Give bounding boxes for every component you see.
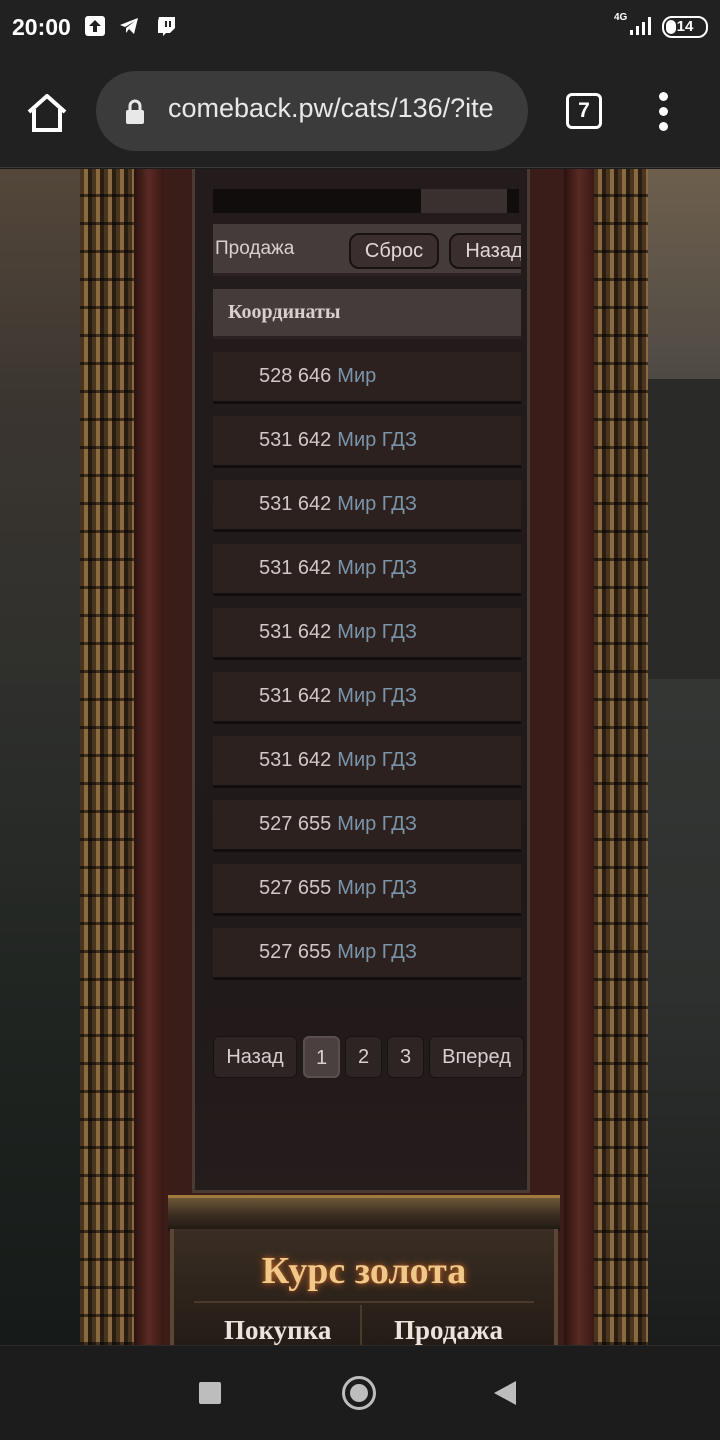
background-rock — [648, 379, 720, 679]
signal-icon — [630, 17, 651, 35]
url-text[interactable]: comeback.pw/cats/136/?ite — [168, 93, 494, 124]
list-item[interactable]: 527 655 Мир ГДЗ — [213, 800, 521, 852]
world-link[interactable]: Мир ГДЗ — [337, 685, 417, 707]
list-item[interactable]: 531 642 Мир ГДЗ — [213, 672, 521, 724]
list-item[interactable]: 527 655 Мир ГДЗ — [213, 864, 521, 916]
filter-row: Продажа Сброс Назад — [213, 224, 521, 276]
world-link[interactable]: Мир ГДЗ — [337, 941, 417, 963]
coordinates-text: 531 642 Мир ГДЗ — [259, 621, 417, 644]
home-nav-icon[interactable] — [342, 1376, 376, 1410]
list-item[interactable]: 531 642 Мир ГДЗ — [213, 544, 521, 596]
gold-buy-tab[interactable]: Покупка — [224, 1315, 331, 1345]
coordinates-value: 528 646 — [259, 365, 332, 387]
coordinates-value: 531 642 — [259, 749, 332, 771]
filter-label: Продажа — [215, 238, 295, 259]
coordinates-value: 527 655 — [259, 813, 332, 835]
coordinates-text: 531 642 Мир ГДЗ — [259, 749, 417, 772]
list-item[interactable]: 531 642 Мир ГДЗ — [213, 480, 521, 532]
listing-list: 528 646 Мир 531 642 Мир ГДЗ 531 642 Мир ГДЗ 53… — [213, 352, 521, 992]
scroll-indicator — [213, 189, 519, 213]
list-item[interactable]: 531 642 Мир ГДЗ — [213, 736, 521, 788]
pagination: Назад 1 2 3 Вперед — [213, 1036, 533, 1080]
coordinates-value: 531 642 — [259, 621, 332, 643]
home-icon[interactable] — [24, 90, 70, 136]
gold-sell-tab[interactable]: Продажа — [394, 1315, 503, 1345]
listing-panel: Продажа Сброс Назад Координаты 528 646 Ми… — [192, 169, 530, 1193]
frame-border-left — [80, 169, 134, 1345]
gold-panel-trim — [168, 1195, 560, 1231]
reset-button[interactable]: Сброс — [349, 233, 439, 269]
world-link[interactable]: Мир ГДЗ — [337, 877, 417, 899]
background-art-right — [640, 169, 720, 1345]
table-header: Координаты — [213, 289, 521, 339]
list-item[interactable]: 527 655 Мир ГДЗ — [213, 928, 521, 980]
world-link[interactable]: Мир ГДЗ — [337, 493, 417, 515]
coordinates-text: 531 642 Мир ГДЗ — [259, 685, 417, 708]
battery-level: 14 — [676, 18, 694, 35]
gold-vertical-divider — [360, 1305, 362, 1345]
background-art-left — [0, 169, 90, 1345]
coordinates-text: 531 642 Мир ГДЗ — [259, 429, 417, 452]
pagination-page-2[interactable]: 2 — [345, 1036, 382, 1078]
overflow-menu-icon[interactable] — [650, 92, 678, 132]
status-time: 20:00 — [12, 14, 71, 40]
world-link[interactable]: Мир ГДЗ — [337, 813, 417, 835]
gold-divider — [194, 1301, 534, 1303]
list-item[interactable]: 531 642 Мир ГДЗ — [213, 608, 521, 660]
world-link[interactable]: Мир ГДЗ — [337, 557, 417, 579]
browser-toolbar: comeback.pw/cats/136/?ite 7 — [0, 56, 720, 168]
column-coordinates: Координаты — [228, 301, 341, 323]
coordinates-text: 527 655 Мир ГДЗ — [259, 813, 417, 836]
world-link[interactable]: Мир ГДЗ — [337, 749, 417, 771]
list-item[interactable]: 531 642 Мир ГДЗ — [213, 416, 521, 468]
tab-switcher-button[interactable]: 7 — [566, 93, 602, 129]
gold-rate-title: Курс золота — [261, 1250, 467, 1292]
pagination-next[interactable]: Вперед — [429, 1036, 524, 1078]
world-link[interactable]: Мир — [337, 365, 376, 387]
address-bar[interactable]: comeback.pw/cats/136/?ite — [96, 71, 528, 151]
coordinates-text: 531 642 Мир ГДЗ — [259, 557, 417, 580]
page-viewport: Продажа Сброс Назад Координаты 528 646 Ми… — [0, 169, 720, 1345]
frame-rail-right — [564, 169, 594, 1345]
pagination-page-3[interactable]: 3 — [387, 1036, 424, 1078]
pagination-prev[interactable]: Назад — [213, 1036, 297, 1078]
coordinates-value: 531 642 — [259, 685, 332, 707]
recents-icon[interactable] — [199, 1382, 221, 1404]
coordinates-value: 531 642 — [259, 429, 332, 451]
list-item[interactable]: 528 646 Мир — [213, 352, 521, 404]
lock-icon — [126, 99, 144, 124]
back-button[interactable]: Назад — [449, 233, 521, 269]
coordinates-value: 527 655 — [259, 941, 332, 963]
coordinates-text: 531 642 Мир ГДЗ — [259, 493, 417, 516]
network-type: 4G — [614, 12, 628, 23]
coordinates-text: 528 646 Мир — [259, 365, 376, 388]
coordinates-text: 527 655 Мир ГДЗ — [259, 877, 417, 900]
coordinates-value: 531 642 — [259, 557, 332, 579]
system-nav-bar — [0, 1345, 720, 1440]
gold-rate-panel: Курс золота Покупка Продажа — [170, 1229, 558, 1345]
world-link[interactable]: Мир ГДЗ — [337, 429, 417, 451]
back-nav-icon[interactable] — [494, 1381, 516, 1405]
telegram-icon — [120, 18, 138, 34]
coordinates-value: 527 655 — [259, 877, 332, 899]
ornate-frame: Продажа Сброс Назад Координаты 528 646 Ми… — [80, 169, 648, 1345]
coordinates-value: 531 642 — [259, 493, 332, 515]
upload-icon — [85, 16, 105, 36]
world-link[interactable]: Мир ГДЗ — [337, 621, 417, 643]
status-bar: 20:00 4G 14 — [0, 0, 720, 56]
twitch-icon — [158, 17, 175, 36]
battery-icon: 14 — [662, 16, 708, 38]
frame-rail-left — [134, 169, 164, 1345]
pagination-page-1[interactable]: 1 — [303, 1036, 340, 1078]
frame-border-right — [594, 169, 648, 1345]
coordinates-text: 527 655 Мир ГДЗ — [259, 941, 417, 964]
